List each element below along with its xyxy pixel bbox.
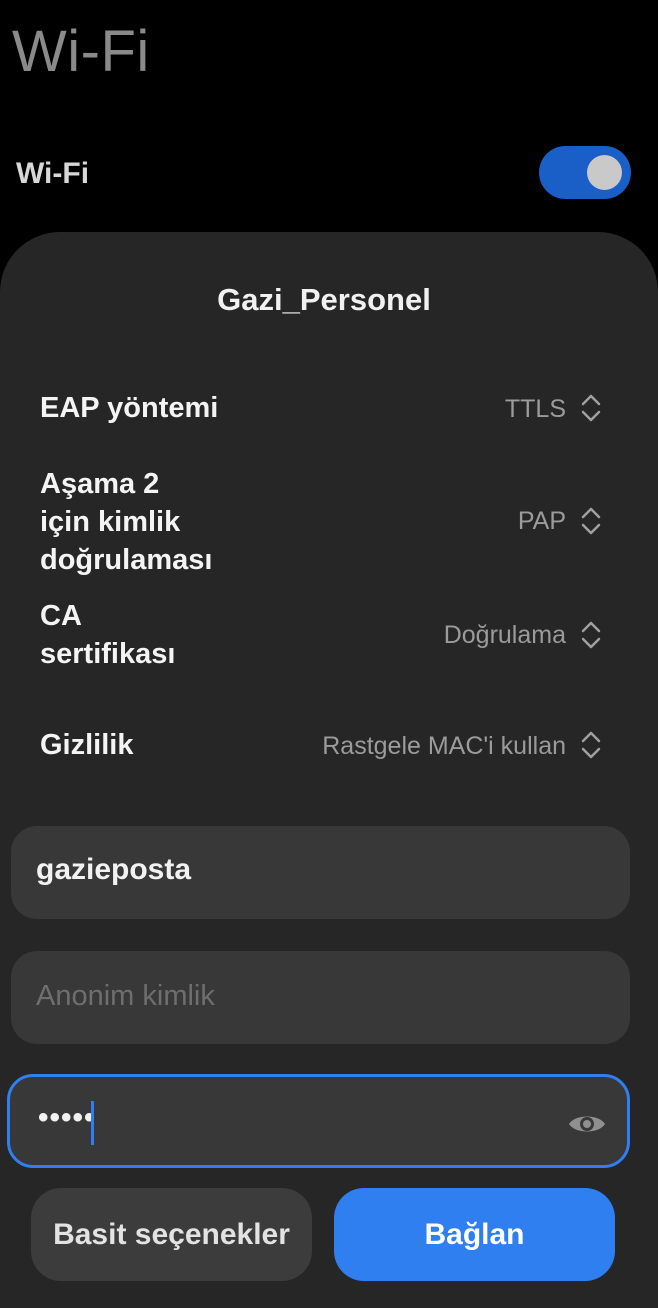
up-down-chevron-icon (581, 621, 601, 649)
up-down-chevron-icon (581, 507, 601, 535)
phase2-auth-selector[interactable]: Aşama 2 için kimlik doğrulaması PAP (40, 465, 610, 579)
eap-method-selector[interactable]: EAP yöntemi TTLS (40, 387, 610, 431)
identity-input-value: gazieposta (36, 853, 192, 886)
connect-button[interactable]: Bağlan (334, 1188, 615, 1281)
privacy-value: Rastgele MAC'i kullan (322, 732, 566, 760)
privacy-label: Gizlilik (40, 729, 134, 761)
network-name-title: Gazi_Personel (217, 282, 431, 317)
text-caret (91, 1101, 94, 1145)
password-input[interactable]: ••••• (7, 1074, 630, 1168)
phase2-auth-label: Aşama 2 için kimlik doğrulaması (40, 468, 213, 576)
ca-certificate-value: Doğrulama (443, 621, 566, 649)
eap-method-value: TTLS (504, 395, 566, 423)
simple-options-button[interactable]: Basit seçenekler (31, 1188, 312, 1281)
ca-certificate-label: CA sertifikası (40, 600, 176, 670)
up-down-chevron-icon (581, 394, 601, 422)
toggle-knob (587, 155, 622, 190)
up-down-chevron-icon (581, 731, 601, 759)
wifi-toggle-switch[interactable] (539, 146, 631, 199)
anonymous-identity-placeholder: Anonim kimlik (36, 980, 215, 1012)
page-title: Wi-Fi (12, 19, 150, 84)
privacy-selector[interactable]: Gizlilik Rastgele MAC'i kullan (40, 724, 610, 768)
wifi-toggle-label: Wi-Fi (16, 157, 90, 190)
phase2-auth-value: PAP (517, 507, 566, 535)
network-config-dialog: Gazi_Personel EAP yöntemi TTLS Aşama 2 i… (0, 232, 658, 1308)
anonymous-identity-input[interactable]: Anonim kimlik (11, 951, 630, 1044)
password-masked-value: ••••• (38, 1101, 96, 1134)
eye-icon[interactable] (567, 1110, 607, 1138)
identity-input[interactable]: gazieposta (11, 826, 630, 919)
ca-certificate-selector[interactable]: CA sertifikası Doğrulama (40, 597, 610, 675)
wifi-toggle-row[interactable]: Wi-Fi (0, 140, 658, 210)
eap-method-label: EAP yöntemi (40, 392, 219, 424)
